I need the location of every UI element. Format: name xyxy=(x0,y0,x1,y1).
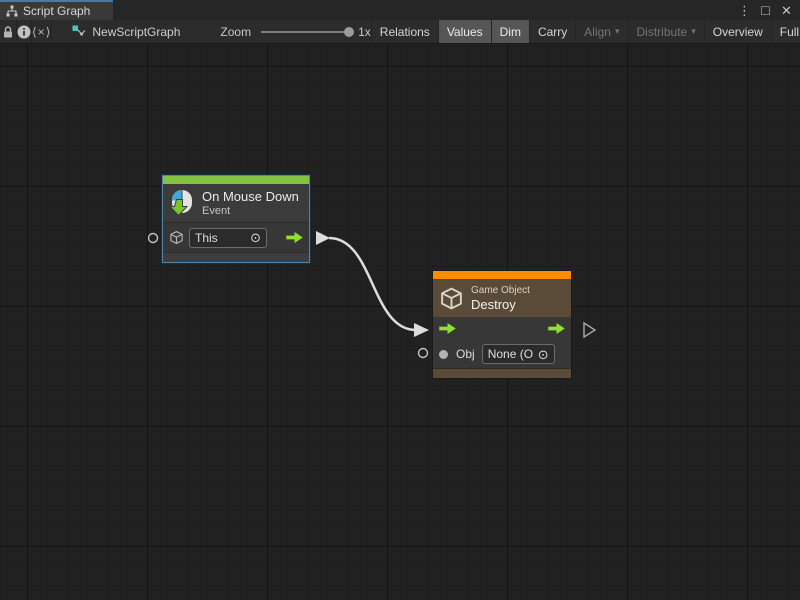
graph-breadcrumb[interactable]: NewScriptGraph xyxy=(72,25,180,39)
distribute-button[interactable]: Distribute ▾ xyxy=(628,20,704,43)
zoom-value: 1x xyxy=(358,25,371,39)
flow-arrow-icon xyxy=(286,232,303,243)
align-button[interactable]: Align ▾ xyxy=(575,20,627,43)
chevron-down-icon: ▾ xyxy=(615,27,620,36)
wire-end-arrow xyxy=(414,323,429,337)
obj-port-dot[interactable] xyxy=(439,350,448,359)
zoom-slider-handle[interactable] xyxy=(344,27,354,37)
target-icon: ⊙ xyxy=(538,348,549,361)
destroy-output-port[interactable] xyxy=(584,323,595,337)
connection-wire[interactable] xyxy=(329,238,416,330)
relations-button[interactable]: Relations xyxy=(371,20,438,43)
flow-output-port[interactable] xyxy=(548,323,565,334)
target-field[interactable]: This ⊙ xyxy=(189,228,267,248)
node-titles: Game Object Destroy xyxy=(471,285,530,312)
close-icon[interactable]: ✕ xyxy=(778,4,795,17)
node-body: This ⊙ xyxy=(163,223,309,252)
obj-input-port[interactable] xyxy=(419,349,428,358)
carry-button[interactable]: Carry xyxy=(529,20,575,43)
zoom-control: Zoom 1x xyxy=(220,25,370,39)
gameobject-cube-icon xyxy=(439,286,464,311)
event-input-port[interactable] xyxy=(149,234,158,243)
zoom-slider[interactable] xyxy=(261,31,349,33)
node-body: Obj None (O ⊙ xyxy=(433,317,571,368)
overview-label: Overview xyxy=(713,25,763,39)
obj-label: Obj xyxy=(456,347,475,361)
zoom-label: Zoom xyxy=(220,25,251,39)
graph-toolbar: ⟨×⟩ NewScriptGraph Zoom 1x Relations Val… xyxy=(0,20,800,44)
values-button[interactable]: Values xyxy=(438,20,491,43)
gameobject-cube-icon xyxy=(169,230,184,245)
obj-field[interactable]: None (O ⊙ xyxy=(482,344,555,364)
relations-label: Relations xyxy=(380,25,430,39)
flow-arrow-icon xyxy=(439,323,456,334)
node-footer xyxy=(163,252,309,262)
overview-button[interactable]: Overview xyxy=(704,20,771,43)
window-controls: ⋮ □ ✕ xyxy=(736,0,800,20)
target-field-value: This xyxy=(195,231,218,245)
node-subtitle: Event xyxy=(202,205,299,217)
node-header[interactable]: On Mouse Down Event xyxy=(163,184,309,223)
flow-row xyxy=(433,317,571,340)
fullscreen-button[interactable]: Full S xyxy=(771,20,800,43)
flow-input-port[interactable] xyxy=(439,323,456,334)
window-menu-icon[interactable]: ⋮ xyxy=(736,4,753,17)
node-header[interactable]: Game Object Destroy xyxy=(433,279,571,317)
flow-arrow-icon xyxy=(548,323,565,334)
distribute-label: Distribute xyxy=(637,25,688,39)
node-destroy[interactable]: Game Object Destroy xyxy=(432,270,572,379)
lock-button[interactable] xyxy=(0,20,17,43)
tab-title: Script Graph xyxy=(23,4,90,18)
node-title: Destroy xyxy=(471,297,530,312)
graph-icon xyxy=(72,25,86,38)
wire-layer xyxy=(0,44,800,600)
node-title: On Mouse Down xyxy=(202,189,299,204)
target-icon: ⊙ xyxy=(250,231,261,244)
values-label: Values xyxy=(447,25,483,39)
code-view-button[interactable]: ⟨×⟩ xyxy=(32,20,52,43)
script-graph-window: Script Graph ⋮ □ ✕ ⟨×⟩ xyxy=(0,0,800,600)
toolbar-buttons: Relations Values Dim Carry Align ▾ Distr… xyxy=(371,20,800,43)
node-accent-bar xyxy=(433,271,571,279)
lock-icon xyxy=(0,24,16,40)
mouse-down-icon xyxy=(169,189,195,217)
node-on-mouse-down[interactable]: On Mouse Down Event This ⊙ xyxy=(162,175,310,263)
info-button[interactable] xyxy=(17,20,32,43)
tab-bar: Script Graph ⋮ □ ✕ xyxy=(0,0,800,20)
graph-canvas[interactable]: On Mouse Down Event This ⊙ xyxy=(0,44,800,600)
align-label: Align xyxy=(584,25,611,39)
node-footer xyxy=(433,368,571,378)
fullscreen-label: Full S xyxy=(780,25,800,39)
graph-name-label: NewScriptGraph xyxy=(92,25,180,39)
dim-button[interactable]: Dim xyxy=(491,20,529,43)
flow-output-port[interactable] xyxy=(286,232,303,243)
carry-label: Carry xyxy=(538,25,567,39)
obj-field-value: None (O xyxy=(488,347,533,361)
info-icon xyxy=(17,25,31,39)
chevron-down-icon: ▾ xyxy=(691,27,696,36)
node-titles: On Mouse Down Event xyxy=(202,189,299,217)
dim-label: Dim xyxy=(500,25,521,39)
hierarchy-icon xyxy=(6,5,18,17)
obj-row: Obj None (O ⊙ xyxy=(433,340,571,368)
tab-script-graph[interactable]: Script Graph xyxy=(0,0,113,20)
node-category: Game Object xyxy=(471,285,530,296)
code-icon: ⟨×⟩ xyxy=(32,25,51,39)
maximize-icon[interactable]: □ xyxy=(757,3,774,17)
node-accent-bar xyxy=(163,176,309,184)
wire-start-arrow xyxy=(316,231,330,245)
target-row: This ⊙ xyxy=(163,223,309,252)
